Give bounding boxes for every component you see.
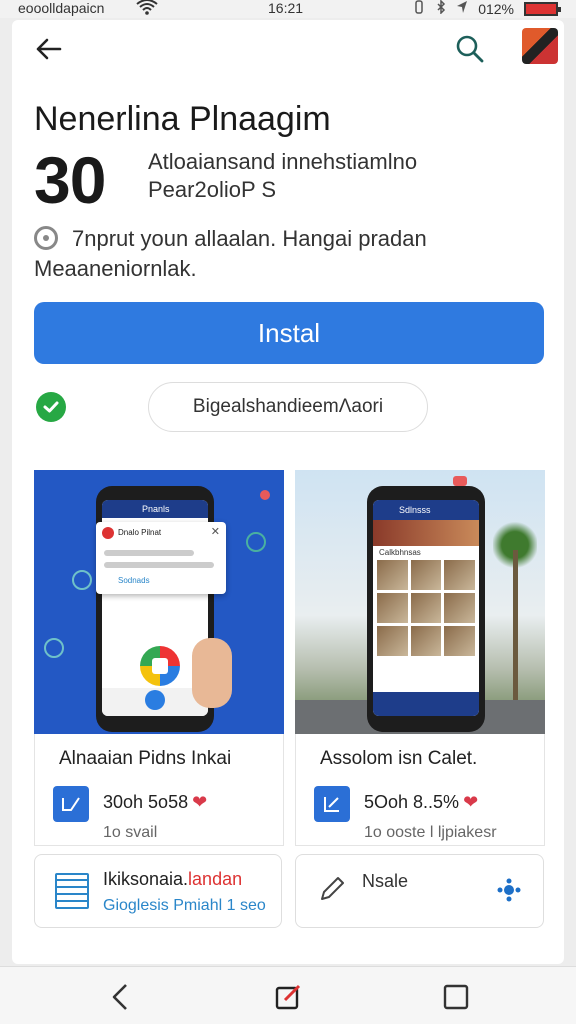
battery-icon [524,1,561,16]
verified-badge [36,392,66,422]
nav-back-icon [112,984,127,1010]
screen-header: Pnanls [102,500,208,518]
info-line2: Meaaneniornlak. [34,256,197,281]
related-app-sub: 1o svail [103,824,158,841]
nav-recent-icon [443,984,469,1010]
title-highlight: landan [188,869,243,889]
title-plain: Ikiksonaia. [103,869,189,889]
heart-icon: ❤ [192,792,208,812]
screenshot-1[interactable]: Pnanls Dnalo Pilnat ✕ Sodnads [34,470,284,734]
status-icons: 012% [412,0,561,17]
info-text: 7nprut youn allaalan. Hangai pradan Meaa… [34,224,534,284]
screen-label: Sdlnsss [399,505,431,515]
palm-tree [493,510,537,710]
nav-edit-button[interactable] [270,979,306,1015]
feature-card[interactable]: Nsale [295,854,544,928]
stats-text: 30oh 5o58 [103,792,189,812]
search-icon [456,35,484,63]
banner-image [373,520,479,546]
wifi-icon [136,0,158,18]
related-app-card[interactable]: Assolom isn Calet. 5Ooh 8..5% ❤ 1o ooste … [295,734,545,846]
popup-row-label: Sodnads [118,576,150,585]
screen-fab [145,690,165,710]
thumb [377,560,408,590]
screen-header: Sdlnsss [373,500,479,520]
back-button[interactable] [28,29,68,69]
install-button[interactable]: Instal [34,302,544,364]
feature-card[interactable]: Ikiksonaia.landan Gioglesis Pmiahl 1 seo [34,854,282,928]
record-dot [453,476,467,486]
gear-icon[interactable] [496,877,522,908]
info-line1: 7nprut youn allaalan. Hangai pradan [72,226,427,251]
secondary-action-button[interactable]: BigealshandieemΛaori [148,382,428,432]
related-app-icon [53,786,89,822]
location-icon [456,0,468,17]
check-icon [43,401,59,413]
signal-icon [412,0,426,17]
thumb [410,626,442,656]
decor-dot [72,570,92,590]
top-app-bar [12,20,564,80]
related-app-stats: 30oh 5o58 ❤ [103,792,207,813]
related-app-sub: 1o ooste l ljpiakesr [364,824,497,841]
rating-desc-line2: Pear2olioP S [148,177,277,202]
record-dot [260,490,270,500]
pin-app-logo [140,646,180,686]
thumb [444,560,475,590]
battery-percent: 012% [478,0,514,17]
feature-card-sub: Gioglesis Pmiahl 1 seo [103,897,266,914]
search-button[interactable] [450,29,490,69]
thumb [444,626,475,656]
avatar[interactable] [522,28,558,64]
decor-dot [44,638,64,658]
popup-line [104,550,194,556]
carrier-label: eooolldapaicn [18,0,105,16]
related-app-name: Assolom isn Calet. [320,748,478,769]
phone-mockup: Sdlnsss Calkbhnsas [367,486,485,732]
app-title: Nenerlina Plnaagim [34,100,331,138]
thumb [444,593,475,623]
feature-card-title: Ikiksonaia.landan [103,869,242,890]
decor-dot [246,532,266,552]
phone-screen: Sdlnsss Calkbhnsas [373,500,479,716]
status-bar: eooolldapaicn 16:21 012% [0,0,576,18]
system-nav-bar [0,966,576,1024]
screen-bottom-bar [373,692,479,716]
thumb [410,560,442,590]
hand-illustration [192,638,232,708]
nav-recent-button[interactable] [438,979,474,1015]
screen-label: Pnanls [142,504,170,514]
feature-card-title: Nsale [362,871,409,891]
related-app-name: Alnaaian Pidns Inkai [59,748,232,769]
stats-text: 5Ooh 8..5% [364,792,460,812]
thumb [377,593,408,623]
rating-desc-line1: Atloaiansand innehstiamlno [148,149,418,174]
related-app-stats: 5Ooh 8..5% ❤ [364,792,478,813]
related-app-card[interactable]: Alnaaian Pidns Inkai 30oh 5o58 ❤ 1o svail [34,734,284,846]
thumb [410,593,442,623]
nav-back-button[interactable] [102,979,138,1015]
pen-icon [318,875,346,908]
screenshot-2[interactable]: Sdlnsss Calkbhnsas [295,470,545,734]
popup-logo [102,527,114,539]
thumb [377,626,408,656]
info-icon [34,226,58,250]
popup-title: Dnalo Pilnat [118,528,162,537]
list-label: Calkbhnsas [379,548,421,557]
bluetooth-icon [436,0,446,17]
heart-icon: ❤ [463,792,479,812]
clock: 16:21 [268,0,304,16]
nav-edit-icon [275,984,301,1010]
popup-close: ✕ [210,526,220,538]
app-detail-card: Nenerlina Plnaagim 30 Atloaiansand inneh… [12,20,564,964]
back-arrow-icon [36,38,62,60]
screen-popup: Dnalo Pilnat ✕ Sodnads [96,522,226,594]
rating-description: Atloaiansand innehstiamlno Pear2olioP S [148,148,417,204]
photo-grid [377,560,475,656]
rating-score: 30 [34,143,106,217]
grid-doc-icon [55,873,89,909]
popup-line [104,562,214,568]
palm-trunk [513,550,518,700]
related-app-icon [314,786,350,822]
